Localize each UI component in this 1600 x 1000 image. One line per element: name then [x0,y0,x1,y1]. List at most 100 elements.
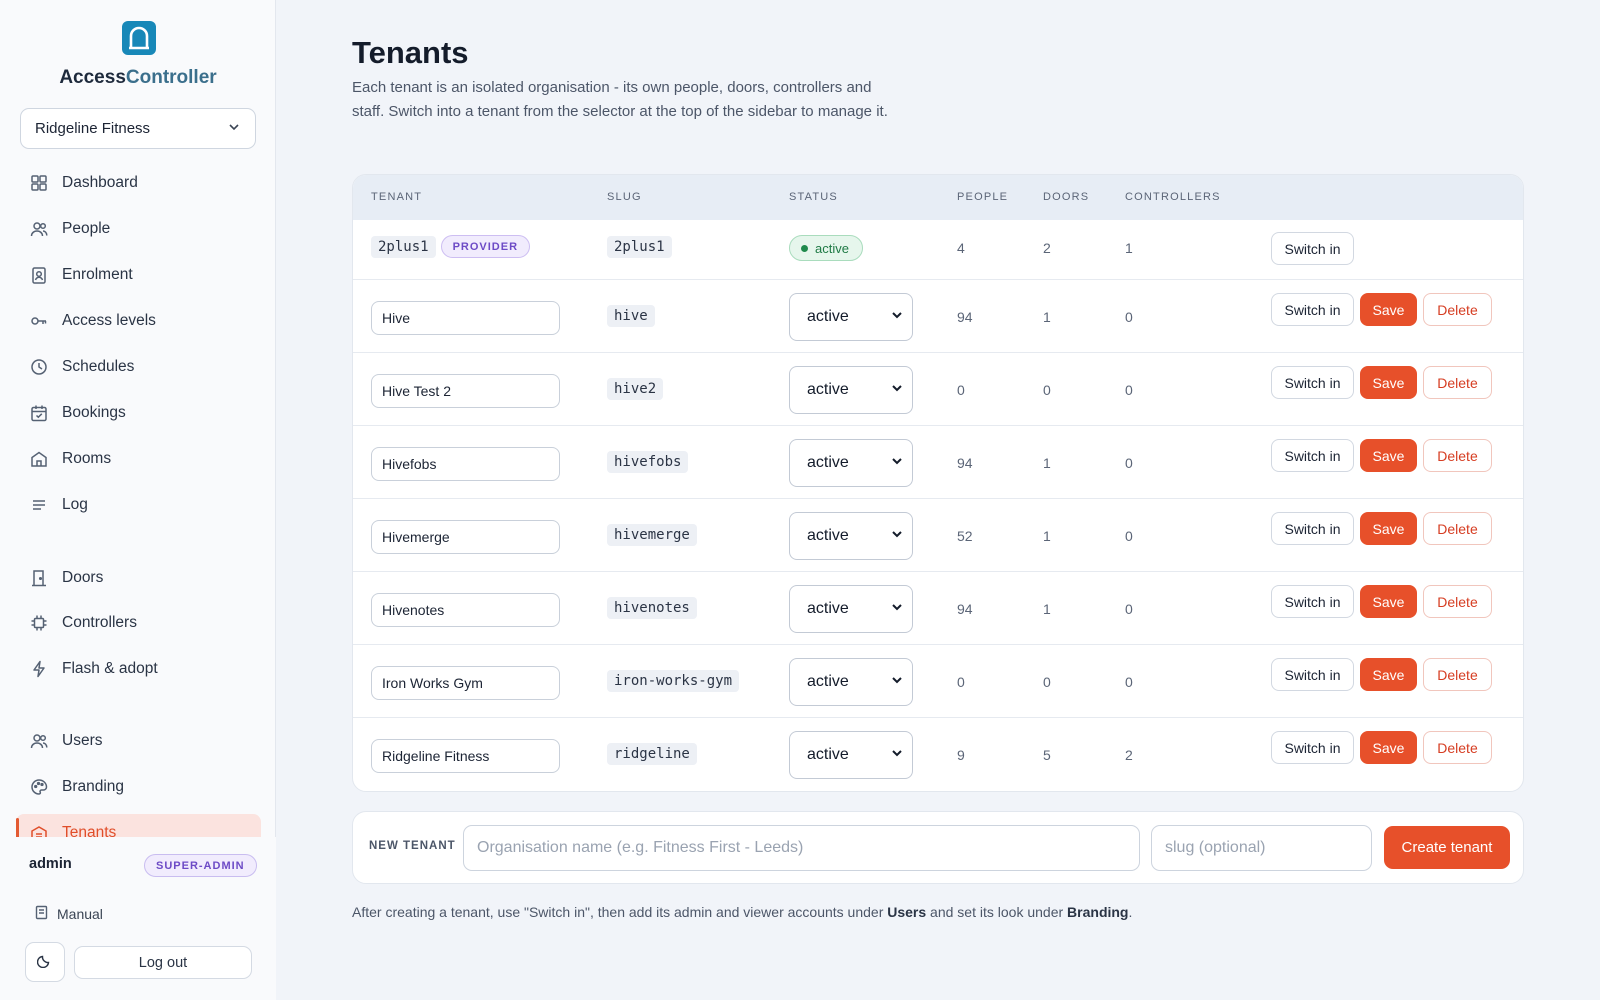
organisation-name-input[interactable] [463,825,1140,871]
create-tenant-button[interactable]: Create tenant [1384,826,1510,869]
delete-button[interactable]: Delete [1423,731,1492,764]
status-select[interactable]: active [789,731,913,779]
sidebar-item-rooms[interactable]: Rooms [16,440,261,478]
controllers-count: 2 [1125,747,1133,763]
theme-toggle-button[interactable] [25,942,65,982]
switch-in-button[interactable]: Switch in [1271,731,1354,764]
tenant-name-input[interactable] [371,520,560,554]
sidebar-item-bookings[interactable]: Bookings [16,394,261,432]
footnote: After creating a tenant, use "Switch in"… [352,904,1132,920]
table-row: hive active 94 1 0 Switch in Save Delete [353,279,1523,352]
controllers-count: 0 [1125,601,1133,617]
switch-in-button[interactable]: Switch in [1271,366,1354,399]
column-header-controllers: CONTROLLERS [1125,191,1221,203]
delete-button[interactable]: Delete [1423,512,1492,545]
manual-link[interactable]: Manual [34,905,103,923]
status-label: active [815,240,849,256]
provider-badge: PROVIDER [440,235,531,258]
sidebar-item-enrolment[interactable]: Enrolment [16,256,261,294]
sidebar-item-dashboard[interactable]: Dashboard [16,164,261,202]
slug-code: hivenotes [607,597,697,619]
status-select[interactable]: active [789,658,913,706]
users-icon [30,732,48,750]
status-select[interactable]: active [789,512,913,560]
sidebar-item-flash-adopt[interactable]: Flash & adopt [16,650,261,688]
sidebar-item-users[interactable]: Users [16,722,261,760]
doors-count: 1 [1043,528,1051,544]
delete-button[interactable]: Delete [1423,439,1492,472]
manual-label: Manual [57,906,103,922]
chevron-down-icon [891,673,903,691]
tenant-name-input[interactable] [371,447,560,481]
slug-input[interactable] [1151,825,1372,871]
sidebar-item-people[interactable]: People [16,210,261,248]
column-header-people: PEOPLE [957,191,1009,203]
calendar-icon [30,404,48,422]
sidebar-item-doors[interactable]: Doors [16,559,261,597]
sidebar-item-label: Tenants [62,824,117,837]
sidebar-item-branding[interactable]: Branding [16,768,261,806]
delete-button[interactable]: Delete [1423,585,1492,618]
column-header-doors: DOORS [1043,191,1090,203]
sidebar-item-schedules[interactable]: Schedules [16,348,261,386]
switch-in-button[interactable]: Switch in [1271,585,1354,618]
slug-code: ridgeline [607,743,697,765]
tenant-name-input[interactable] [371,593,560,627]
status-select[interactable]: active [789,439,913,487]
delete-button[interactable]: Delete [1423,293,1492,326]
switch-in-button[interactable]: Switch in [1271,512,1354,545]
save-button[interactable]: Save [1360,658,1417,691]
sidebar-item-label: Controllers [62,614,137,631]
controllers-count: 1 [1125,240,1133,256]
sidebar-item-access-levels[interactable]: Access levels [16,302,261,340]
tenants-table: TENANT SLUG STATUS PEOPLE DOORS CONTROLL… [352,174,1524,792]
delete-button[interactable]: Delete [1423,658,1492,691]
sidebar-item-label: Dashboard [62,174,138,191]
status-select[interactable]: active [789,293,913,341]
sidebar-item-tenants[interactable]: Tenants [16,814,261,837]
users-link: Users [887,904,927,920]
status-select[interactable]: active [789,366,913,414]
page-title: Tenants [352,35,469,70]
bolt-icon [30,660,48,678]
building-icon [30,824,48,837]
save-button[interactable]: Save [1360,585,1417,618]
footnote-text: and set its look under [926,904,1068,920]
door-icon [30,569,48,587]
chevron-down-icon [891,308,903,326]
tenant-name-input[interactable] [371,739,560,773]
sidebar-item-log[interactable]: Log [16,486,261,524]
status-select[interactable]: active [789,585,913,633]
grid-icon [30,174,48,192]
switch-in-button[interactable]: Switch in [1271,293,1354,326]
footnote-text: . [1128,904,1133,920]
logout-button[interactable]: Log out [74,946,252,979]
slug-code: hivemerge [607,524,697,546]
sidebar-item-label: Rooms [62,450,112,467]
switch-in-button[interactable]: Switch in [1271,658,1354,691]
save-button[interactable]: Save [1360,512,1417,545]
doors-count: 2 [1043,240,1051,256]
chevron-down-icon [891,600,903,618]
save-button[interactable]: Save [1360,731,1417,764]
tenant-name-input[interactable] [371,666,560,700]
doors-count: 1 [1043,309,1051,325]
sidebar-item-controllers[interactable]: Controllers [16,604,261,642]
save-button[interactable]: Save [1360,439,1417,472]
save-button[interactable]: Save [1360,293,1417,326]
save-button[interactable]: Save [1360,366,1417,399]
delete-button[interactable]: Delete [1423,366,1492,399]
switch-in-button[interactable]: Switch in [1271,232,1354,265]
people-count: 94 [957,309,973,325]
tenant-name-input[interactable] [371,374,560,408]
tenant-name-input[interactable] [371,301,560,335]
sidebar-item-label: Doors [62,569,104,586]
switch-in-button[interactable]: Switch in [1271,439,1354,472]
people-count: 0 [957,674,965,690]
branding-link: Branding [1067,904,1129,920]
sidebar-item-label: Log [62,496,88,513]
controllers-count: 0 [1125,382,1133,398]
doors-count: 1 [1043,601,1051,617]
table-row: hive2 active 0 0 0 Switch in Save Delete [353,352,1523,425]
people-count: 0 [957,382,965,398]
